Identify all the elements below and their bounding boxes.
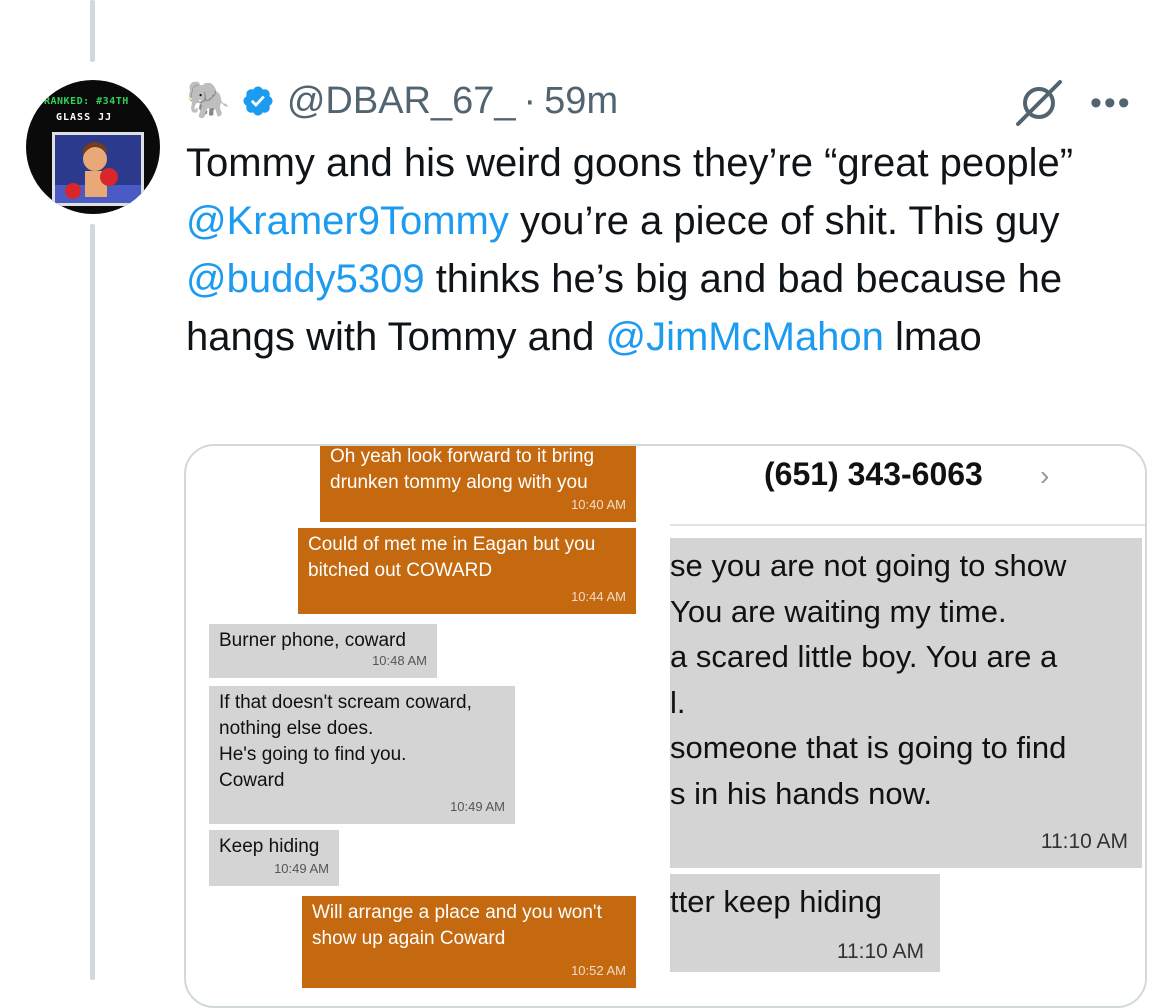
message-bubble: Oh yeah look forward to it bring drunken… [320, 446, 636, 522]
message-bubble: Keep hiding 10:49 AM [209, 830, 339, 886]
avatar[interactable]: RANKED: #34TH GLASS JJ [26, 80, 160, 214]
elephant-emoji: 🐘 [186, 80, 231, 121]
message-text-line: l. [670, 684, 686, 720]
avatar-rank-text: RANKED: #34TH [44, 96, 129, 107]
message-text: tter keep hiding [670, 884, 882, 919]
message-bubble: tter keep hiding 11:10 AM [670, 874, 940, 972]
mention-link[interactable]: @buddy5309 [186, 257, 425, 301]
user-handle[interactable]: @DBAR_67_ [287, 80, 516, 123]
tweet-time[interactable]: 59m [544, 80, 618, 123]
message-time: 10:49 AM [274, 861, 329, 876]
message-text: Oh yeah look forward to it bring drunken… [330, 446, 595, 493]
mention-link[interactable]: @Kramer9Tommy [186, 199, 509, 243]
divider [670, 524, 1145, 526]
message-time: 10:52 AM [571, 963, 626, 978]
avatar-boxer-image [52, 132, 144, 206]
message-time: 10:40 AM [571, 497, 626, 512]
tweet-text-segment: Tommy and his weird goons they’re “great… [186, 141, 1074, 185]
avatar-name-text: GLASS JJ [56, 112, 113, 123]
message-time: 11:10 AM [1040, 830, 1128, 853]
message-time: 11:10 AM [836, 940, 924, 963]
thread-line-top [90, 0, 95, 62]
chevron-right-icon: › [1040, 460, 1050, 491]
message-time: 10:49 AM [450, 799, 505, 814]
message-text-line: You are waiting my time. [670, 593, 1007, 629]
message-time: 10:48 AM [372, 653, 427, 668]
tweet-header: 🐘 @DBAR_67_ · 59m [186, 76, 618, 126]
message-text-line: someone that is going to find [670, 730, 1067, 765]
tweet-text-segment: you’re a piece of shit. This guy [508, 199, 1060, 243]
message-text: Will arrange a place and you won't show … [312, 902, 602, 949]
grok-icon[interactable] [1012, 78, 1066, 128]
message-bubble: Could of met me in Eagan but you bitched… [298, 528, 636, 614]
message-bubble: 11:10 AM se you are not going to show You… [670, 538, 1142, 868]
more-options-icon[interactable]: ••• [1090, 84, 1132, 123]
dot-separator: · [523, 79, 537, 122]
phone-number: (651) 343-6063 [764, 456, 983, 492]
right-screenshot: (651) 343-6063 › 11:10 AM se you are not… [670, 446, 1145, 1006]
message-bubble: Will arrange a place and you won't show … [302, 896, 636, 988]
message-time: 10:44 AM [571, 589, 626, 604]
message-text: If that doesn't scream coward, nothing e… [219, 692, 472, 791]
message-text-line: a scared little boy. You are a [670, 639, 1058, 674]
message-bubble: If that doesn't scream coward, nothing e… [209, 686, 515, 824]
message-text: Could of met me in Eagan but you bitched… [308, 534, 596, 581]
tweet-text: Tommy and his weird goons they’re “great… [186, 134, 1146, 366]
tweet-media[interactable]: Oh yeah look forward to it bring drunken… [184, 444, 1147, 1008]
verified-badge-icon[interactable] [241, 84, 275, 118]
thread-line-bottom [90, 224, 95, 980]
message-text-line: se you are not going to show [670, 548, 1067, 583]
message-text-line: s in his hands now. [670, 775, 932, 811]
tweet-text-segment: lmao [883, 315, 982, 359]
message-bubble: Burner phone, coward 10:48 AM [209, 624, 437, 678]
mention-link[interactable]: @JimMcMahon [605, 315, 883, 359]
